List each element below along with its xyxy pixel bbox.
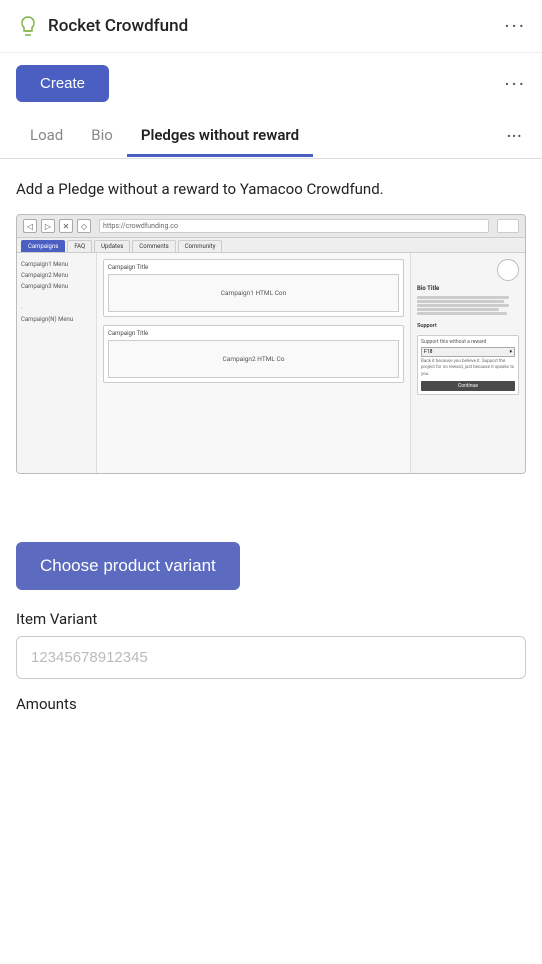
tab-bio[interactable]: Bio — [77, 116, 127, 157]
description-text: Add a Pledge without a reward to Yamacoo… — [16, 179, 526, 200]
browser-support-box: Support this without a reward F18 ▾ Back… — [417, 335, 519, 395]
browser-tab-faq[interactable]: FAQ — [67, 240, 92, 252]
sidebar-item-2: Campaign2 Menu — [21, 270, 92, 281]
browser-support-select-value: F18 — [424, 349, 432, 355]
browser-sidebar: Campaign1 Menu Campaign2 Menu Campaign3 … — [17, 253, 97, 473]
browser-home-btn[interactable]: ◇ — [77, 219, 91, 233]
bio-line-1 — [417, 296, 509, 299]
browser-right-panel: Bio Title Support Support this without a… — [410, 253, 525, 473]
amounts-field: Amounts — [16, 695, 526, 713]
header-left: Rocket Crowdfund — [16, 14, 188, 38]
tab-load[interactable]: Load — [16, 116, 77, 157]
choose-variant-button[interactable]: Choose product variant — [16, 542, 240, 590]
bio-line-2 — [417, 300, 504, 303]
browser-campaign-2: Campaign Title Campaign2 HTML Co — [103, 325, 404, 383]
browser-body: Campaign1 Menu Campaign2 Menu Campaign3 … — [17, 253, 525, 473]
toolbar-more-icon[interactable]: ··· — [504, 72, 526, 96]
browser-tab-community[interactable]: Community — [178, 240, 223, 252]
item-variant-label: Item Variant — [16, 610, 526, 628]
create-button[interactable]: Create — [16, 65, 109, 102]
browser-tab-campaigns[interactable]: Campaigns — [21, 240, 65, 252]
browser-tab-updates[interactable]: Updates — [94, 240, 130, 252]
sidebar-item-5: · — [21, 303, 92, 314]
browser-campaign-2-label: Campaign2 HTML Co — [223, 355, 285, 363]
browser-bio-title: Bio Title — [417, 285, 519, 292]
browser-inner-tabs: Campaigns FAQ Updates Comments Community — [17, 238, 525, 253]
browser-continue-btn[interactable]: Continue — [421, 381, 515, 391]
browser-campaign-2-title: Campaign Title — [108, 330, 399, 337]
browser-refresh-btn[interactable]: ✕ — [59, 219, 73, 233]
browser-back-btn[interactable]: ◁ — [23, 219, 37, 233]
bottom-section: Choose product variant Item Variant Amou… — [0, 522, 542, 741]
browser-support-select[interactable]: F18 ▾ — [421, 347, 515, 357]
browser-go-btn[interactable] — [497, 219, 519, 233]
browser-forward-btn[interactable]: ▷ — [41, 219, 55, 233]
bio-line-4 — [417, 308, 499, 311]
browser-support-title: Support this without a reward — [421, 339, 515, 345]
sidebar-item-1: Campaign1 Menu — [21, 259, 92, 270]
browser-mockup: ◁ ▷ ✕ ◇ https://crowdfunding.co Campaign… — [16, 214, 526, 474]
item-variant-field: Item Variant — [16, 610, 526, 695]
app-header: Rocket Crowdfund ··· — [0, 0, 542, 53]
browser-select-chevron: ▾ — [509, 349, 512, 355]
browser-url[interactable]: https://crowdfunding.co — [99, 219, 489, 233]
item-variant-input[interactable] — [16, 636, 526, 679]
browser-support-text: Back it because you believe it. Support … — [421, 359, 515, 378]
header-more-icon[interactable]: ··· — [504, 14, 526, 38]
browser-campaigns-main: Campaign Title Campaign1 HTML Con Campai… — [97, 253, 410, 473]
bio-line-3 — [417, 304, 509, 307]
bio-line-5 — [417, 312, 507, 315]
tab-pledges[interactable]: Pledges without reward — [127, 116, 313, 157]
browser-campaign-2-box: Campaign2 HTML Co — [108, 340, 399, 378]
toolbar: Create ··· — [0, 53, 542, 114]
browser-tab-comments[interactable]: Comments — [132, 240, 175, 252]
main-content: Add a Pledge without a reward to Yamacoo… — [0, 159, 542, 522]
tabs-more-icon[interactable]: ··· — [502, 114, 526, 158]
tabs-row: Load Bio Pledges without reward ··· — [0, 114, 542, 159]
browser-bar: ◁ ▷ ✕ ◇ https://crowdfunding.co — [17, 215, 525, 238]
browser-support-section-label: Support — [417, 323, 519, 329]
browser-campaign-1-box: Campaign1 HTML Con — [108, 274, 399, 312]
amounts-label: Amounts — [16, 695, 526, 713]
sidebar-item-3: Campaign3 Menu — [21, 281, 92, 292]
browser-campaign-1-title: Campaign Title — [108, 264, 399, 271]
browser-campaign-1-label: Campaign1 HTML Con — [221, 289, 286, 297]
app-title: Rocket Crowdfund — [48, 16, 188, 36]
sidebar-item-4 — [21, 292, 92, 303]
browser-campaign-1: Campaign Title Campaign1 HTML Con — [103, 259, 404, 317]
browser-bio-lines — [417, 296, 519, 315]
browser-avatar — [497, 259, 519, 281]
bulb-icon — [16, 14, 40, 38]
sidebar-item-6: Campaign(N) Menu — [21, 314, 92, 325]
